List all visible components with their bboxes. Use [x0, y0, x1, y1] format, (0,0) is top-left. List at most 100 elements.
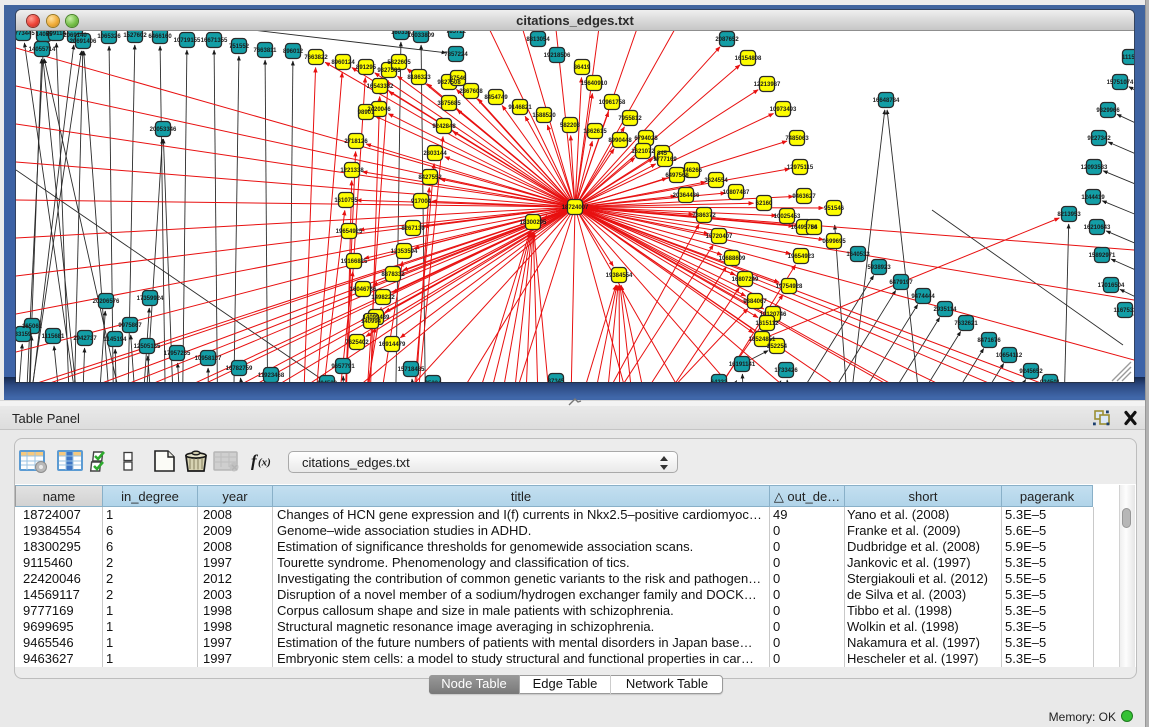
svg-text:9474444: 9474444 — [911, 294, 935, 300]
svg-text:1610755: 1610755 — [334, 198, 358, 204]
svg-text:582203: 582203 — [560, 123, 581, 129]
svg-text:8990448: 8990448 — [608, 138, 632, 144]
svg-text:17359924: 17359924 — [137, 296, 164, 302]
svg-text:19166825: 19166825 — [341, 259, 368, 265]
svg-text:3875685: 3875685 — [437, 101, 461, 107]
svg-text:64233: 64233 — [711, 380, 728, 382]
svg-text:7663811: 7663811 — [253, 48, 277, 54]
svg-text:19754928: 19754928 — [776, 284, 803, 290]
svg-text:(x): (x) — [258, 457, 271, 469]
svg-text:8267130: 8267130 — [401, 226, 425, 232]
svg-text:7625402: 7625402 — [345, 340, 369, 346]
svg-text:16154808: 16154808 — [735, 56, 762, 62]
svg-text:2942737: 2942737 — [73, 336, 97, 342]
svg-text:951546: 951546 — [824, 206, 845, 212]
svg-text:2803144: 2803144 — [423, 151, 447, 157]
svg-text:16671355: 16671355 — [201, 38, 228, 44]
svg-text:891295: 891295 — [356, 65, 377, 71]
svg-text:18724007: 18724007 — [562, 205, 589, 211]
svg-text:17957255: 17957255 — [164, 351, 191, 357]
svg-text:6479197: 6479197 — [889, 280, 913, 286]
svg-text:11154: 11154 — [1122, 55, 1134, 61]
svg-text:1621072: 1621072 — [631, 149, 655, 155]
svg-text:15720407: 15720407 — [706, 234, 733, 240]
svg-text:1115681: 1115681 — [42, 334, 65, 340]
svg-text:12505135: 12505135 — [134, 344, 161, 350]
svg-text:18524851: 18524851 — [749, 337, 776, 343]
svg-text:9329966: 9329966 — [1096, 108, 1120, 114]
svg-text:10688609: 10688609 — [719, 256, 746, 262]
svg-text:8454749: 8454749 — [484, 95, 508, 101]
svg-text:1167533: 1167533 — [1113, 308, 1134, 314]
svg-text:9657791: 9657791 — [331, 364, 355, 370]
svg-text:10025453: 10025453 — [774, 214, 801, 220]
svg-text:16191141: 16191141 — [729, 362, 756, 368]
svg-text:11923468: 11923468 — [258, 373, 285, 379]
svg-text:9327503: 9327503 — [377, 68, 401, 74]
svg-text:20053346: 20053346 — [150, 127, 177, 133]
svg-text:19654923: 19654923 — [788, 254, 815, 260]
svg-text:15751074: 15751074 — [1107, 80, 1134, 86]
svg-text:84: 84 — [811, 225, 818, 231]
svg-text:87345: 87345 — [548, 379, 565, 382]
svg-text:2935114: 2935114 — [933, 307, 957, 313]
svg-text:2867608: 2867608 — [459, 89, 483, 95]
svg-text:10958107: 10958107 — [195, 356, 222, 362]
svg-text:9463627: 9463627 — [792, 194, 816, 200]
svg-text:3624554: 3624554 — [704, 178, 728, 184]
svg-text:10961758: 10961758 — [599, 100, 626, 106]
svg-text:19654925: 19654925 — [336, 229, 363, 235]
svg-text:9242848: 9242848 — [432, 124, 456, 130]
svg-text:86419: 86419 — [574, 65, 591, 71]
svg-text:1362615: 1362615 — [583, 129, 607, 135]
svg-text:16046766: 16046766 — [350, 287, 377, 293]
svg-text:896012: 896012 — [283, 49, 304, 55]
svg-text:16210643: 16210643 — [1084, 225, 1111, 231]
svg-text:1640533: 1640533 — [846, 252, 870, 258]
svg-text:16648784: 16648784 — [873, 98, 900, 104]
svg-text:20206576: 20206576 — [93, 299, 120, 305]
svg-text:7663822: 7663822 — [304, 55, 328, 61]
svg-text:1773445: 1773445 — [16, 31, 35, 37]
svg-text:33159: 33159 — [16, 332, 32, 338]
svg-text:16807249: 16807249 — [732, 277, 759, 283]
svg-text:7485063: 7485063 — [785, 136, 809, 142]
svg-text:5938923: 5938923 — [867, 265, 891, 271]
svg-text:2087652: 2087652 — [715, 37, 739, 43]
svg-text:8471676: 8471676 — [977, 338, 1001, 344]
svg-text:746266: 746266 — [682, 168, 703, 174]
svg-text:1527602: 1527602 — [123, 33, 147, 39]
svg-text:19218506: 19218506 — [544, 53, 571, 59]
svg-text:8213953: 8213953 — [1057, 212, 1081, 218]
svg-text:12093583: 12093583 — [1081, 165, 1108, 171]
svg-text:7386372: 7386372 — [692, 213, 716, 219]
svg-text:9975867: 9975867 — [118, 323, 142, 329]
svg-text:12213987: 12213987 — [754, 82, 781, 88]
svg-text:16543382: 16543382 — [367, 84, 394, 90]
svg-text:1588520: 1588520 — [532, 113, 556, 119]
svg-text:8878332: 8878332 — [381, 272, 405, 278]
svg-text:15640910: 15640910 — [581, 81, 608, 87]
svg-text:12353594: 12353594 — [391, 249, 418, 255]
svg-text:1244419: 1244419 — [1081, 195, 1105, 201]
svg-text:7955812: 7955812 — [618, 116, 642, 122]
svg-text:924501: 924501 — [1040, 380, 1061, 382]
svg-text:9146821: 9146821 — [508, 105, 532, 111]
svg-text:252254: 252254 — [767, 344, 788, 350]
svg-text:1733426: 1733426 — [774, 368, 798, 374]
svg-text:751552: 751552 — [229, 44, 250, 50]
svg-text:165061: 165061 — [22, 324, 43, 330]
svg-text:0699695: 0699695 — [822, 239, 846, 245]
svg-text:19384554: 19384554 — [606, 273, 633, 279]
svg-text:104523: 104523 — [317, 381, 338, 382]
svg-text:62160: 62160 — [756, 201, 773, 207]
svg-text:8960124: 8960124 — [331, 60, 355, 66]
svg-text:18300295: 18300295 — [520, 220, 547, 226]
svg-text:87546: 87546 — [450, 76, 467, 82]
svg-text:1145194: 1145194 — [103, 337, 127, 343]
svg-text:16782759: 16782759 — [226, 366, 253, 372]
svg-text:140994: 140994 — [361, 319, 382, 325]
svg-text:1221338: 1221338 — [340, 168, 364, 174]
svg-text:1498222: 1498222 — [371, 295, 395, 301]
svg-text:98901: 98901 — [358, 110, 375, 116]
